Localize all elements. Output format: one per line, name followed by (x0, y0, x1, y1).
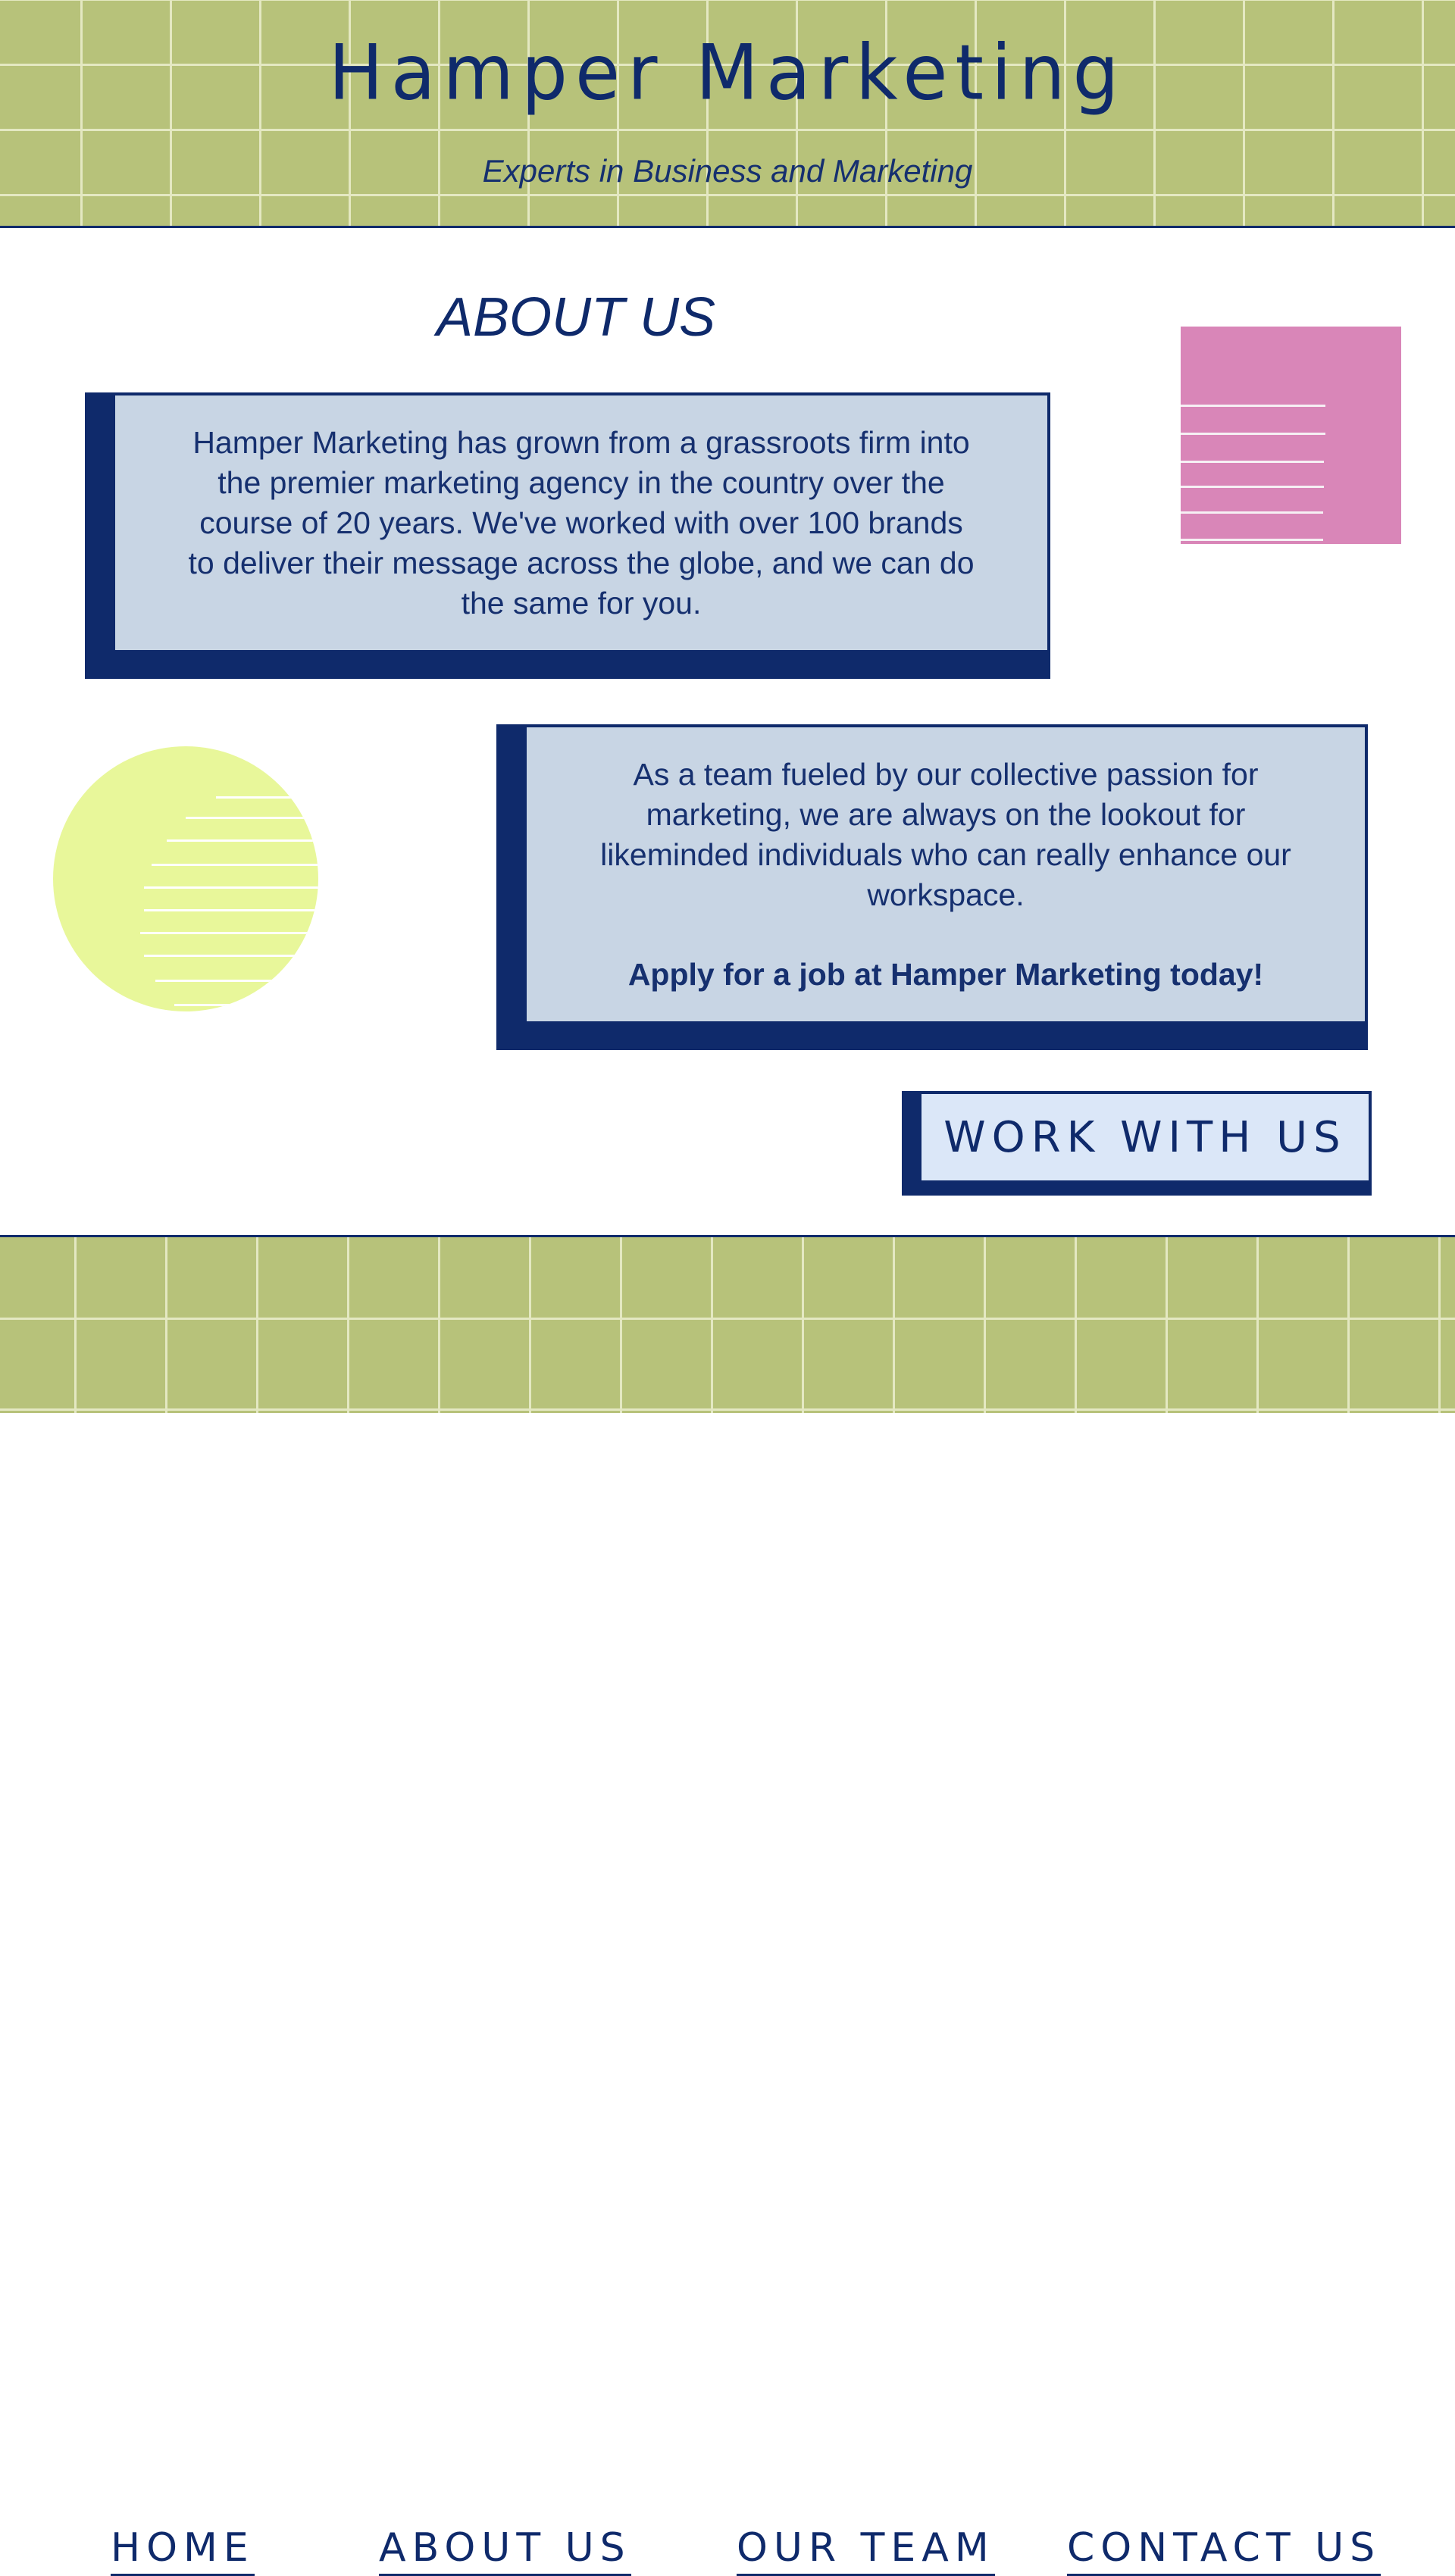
site-tagline: Experts in Business and Marketing (482, 153, 973, 189)
nav-link-home[interactable]: HOME (111, 2525, 255, 2576)
section-heading: ABOUT US (436, 287, 716, 348)
site-footer: HOME ABOUT US OUR TEAM CONTACT US (0, 1235, 1455, 2576)
nav-link-our-team[interactable]: OUR TEAM (737, 2525, 995, 2576)
site-header: Hamper Marketing Experts in Business and… (0, 0, 1455, 228)
about-card: Hamper Marketing has grown from a grassr… (85, 392, 1050, 679)
nav-link-contact-us[interactable]: CONTACT US (1067, 2525, 1381, 2576)
work-with-us-button[interactable]: WORK WITH US (902, 1091, 1372, 1196)
decorative-pink-square (1181, 327, 1401, 544)
careers-text: As a team fueled by our collective passi… (600, 756, 1291, 912)
careers-cta: Apply for a job at Hamper Marketing toda… (627, 956, 1264, 992)
about-text: Hamper Marketing has grown from a grassr… (188, 424, 975, 621)
nav-link-about-us[interactable]: ABOUT US (379, 2525, 631, 2576)
site-title: Hamper Marketing (328, 28, 1127, 117)
decorative-lime-circle (53, 746, 318, 1011)
careers-card: As a team fueled by our collective passi… (496, 724, 1368, 1050)
